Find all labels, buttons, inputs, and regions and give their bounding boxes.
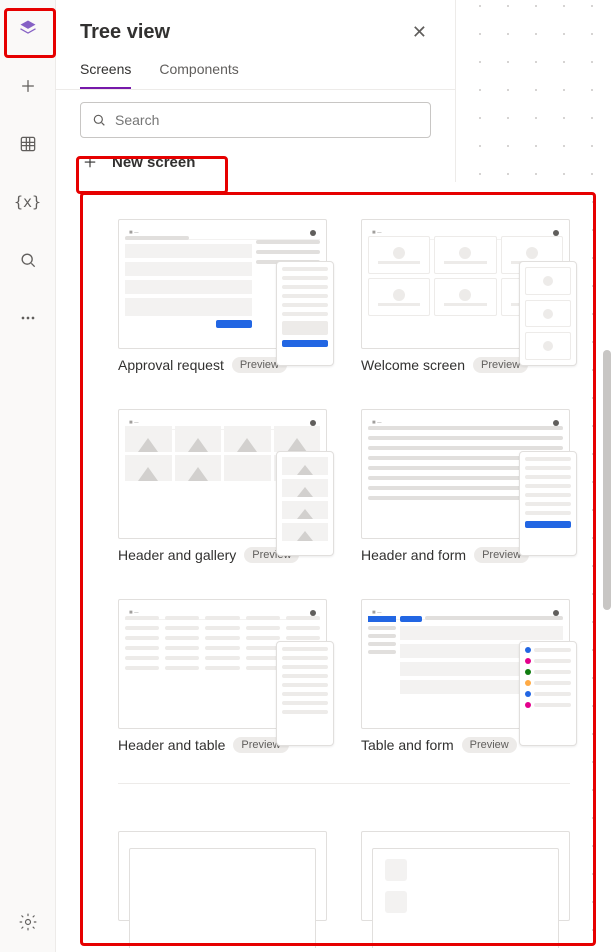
template-thumb: ■ ─ (361, 599, 570, 729)
template-thumb: ■ ─ (361, 409, 570, 539)
new-screen-button[interactable]: New screen (56, 146, 455, 182)
template-thumb: ■ ─ (118, 409, 327, 539)
template-label: Table and form (361, 737, 454, 753)
template-partial-1[interactable] (118, 825, 327, 921)
vertical-scrollbar[interactable] (603, 350, 611, 610)
grid-icon[interactable] (12, 128, 44, 160)
search-input[interactable] (115, 112, 420, 128)
template-header-and-gallery[interactable]: ■ ─ (118, 409, 327, 563)
more-icon[interactable] (12, 302, 44, 334)
search-icon[interactable] (12, 244, 44, 276)
template-label: Welcome screen (361, 357, 465, 373)
template-label: Approval request (118, 357, 224, 373)
panel-tabs: Screens Components (56, 61, 455, 90)
template-thumb: ■ ─ (118, 599, 327, 729)
new-screen-flyout: ■ ─ (82, 195, 592, 948)
tab-screens[interactable]: Screens (80, 61, 131, 89)
template-thumb (118, 831, 327, 921)
template-welcome-screen[interactable]: ■ ─ (361, 219, 570, 373)
tree-view-panel: Tree view ✕ Screens Components New scree… (56, 0, 456, 182)
close-icon[interactable]: ✕ (408, 18, 431, 47)
template-thumb: ■ ─ (361, 219, 570, 349)
template-header-and-form[interactable]: ■ ─ Header and form Preview (361, 409, 570, 563)
template-partial-2[interactable] (361, 825, 570, 921)
plus-icon (80, 152, 100, 172)
tab-components[interactable]: Components (159, 61, 238, 89)
search-input-container[interactable] (80, 102, 431, 138)
plus-icon[interactable] (12, 70, 44, 102)
template-thumb: ■ ─ (118, 219, 327, 349)
preview-badge: Preview (462, 737, 517, 753)
template-header-and-table[interactable]: ■ ─ Header and tab (118, 599, 327, 753)
search-icon (91, 112, 107, 128)
template-approval-request[interactable]: ■ ─ (118, 219, 327, 373)
settings-icon[interactable] (12, 906, 44, 938)
left-nav-rail: {x} (0, 0, 56, 952)
template-label: Header and gallery (118, 547, 236, 563)
variable-icon[interactable]: {x} (12, 186, 44, 218)
template-table-and-form[interactable]: ■ ─ (361, 599, 570, 753)
panel-title: Tree view (80, 21, 170, 44)
template-label: Header and table (118, 737, 225, 753)
layers-icon[interactable] (12, 12, 44, 44)
template-label: Header and form (361, 547, 466, 563)
template-thumb (361, 831, 570, 921)
divider (118, 783, 570, 784)
new-screen-label: New screen (112, 154, 195, 171)
